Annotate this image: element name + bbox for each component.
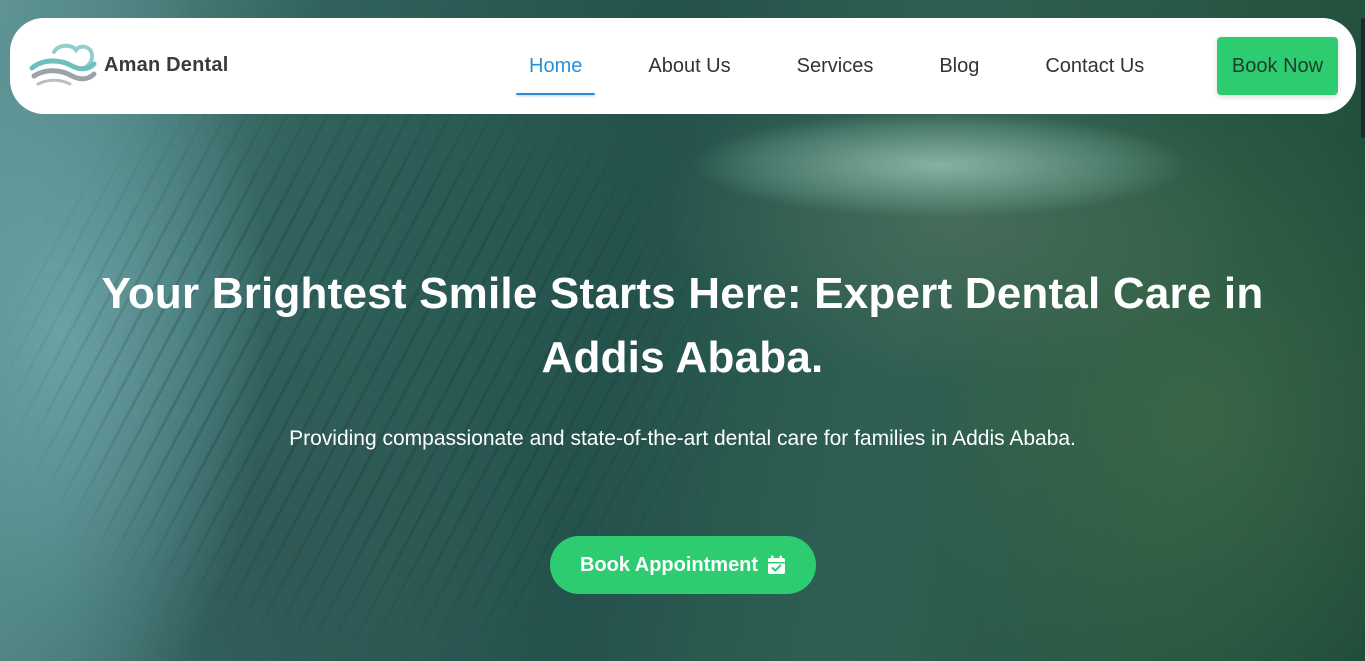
nav-link-blog[interactable]: Blog: [926, 18, 992, 114]
nav-link-services[interactable]: Services: [784, 18, 887, 114]
calendar-check-icon: [768, 555, 786, 574]
hero-title: Your Brightest Smile Starts Here: Expert…: [101, 269, 1264, 382]
nav-links: Home About Us Services Blog Contact Us: [516, 18, 1197, 114]
nav-link-contact-us[interactable]: Contact Us: [1032, 18, 1157, 114]
book-appointment-button[interactable]: Book Appointment: [550, 536, 816, 594]
navbar: Aman Dental Home About Us Services Blog …: [10, 18, 1356, 114]
nav-link-home[interactable]: Home: [516, 18, 596, 114]
page-scrollbar[interactable]: [1361, 18, 1365, 138]
tooth-wave-logo-icon: [29, 43, 97, 86]
brand-name: Aman Dental: [104, 53, 229, 76]
brand-link[interactable]: Aman Dental: [28, 40, 228, 90]
nav-link-about-us[interactable]: About Us: [635, 18, 743, 114]
book-appointment-label: Book Appointment: [579, 553, 759, 576]
page: Aman Dental Home About Us Services Blog …: [0, 0, 1365, 661]
book-now-button[interactable]: Book Now: [1217, 37, 1338, 95]
hero-subtitle: Providing compassionate and state-of-the…: [289, 427, 1076, 450]
